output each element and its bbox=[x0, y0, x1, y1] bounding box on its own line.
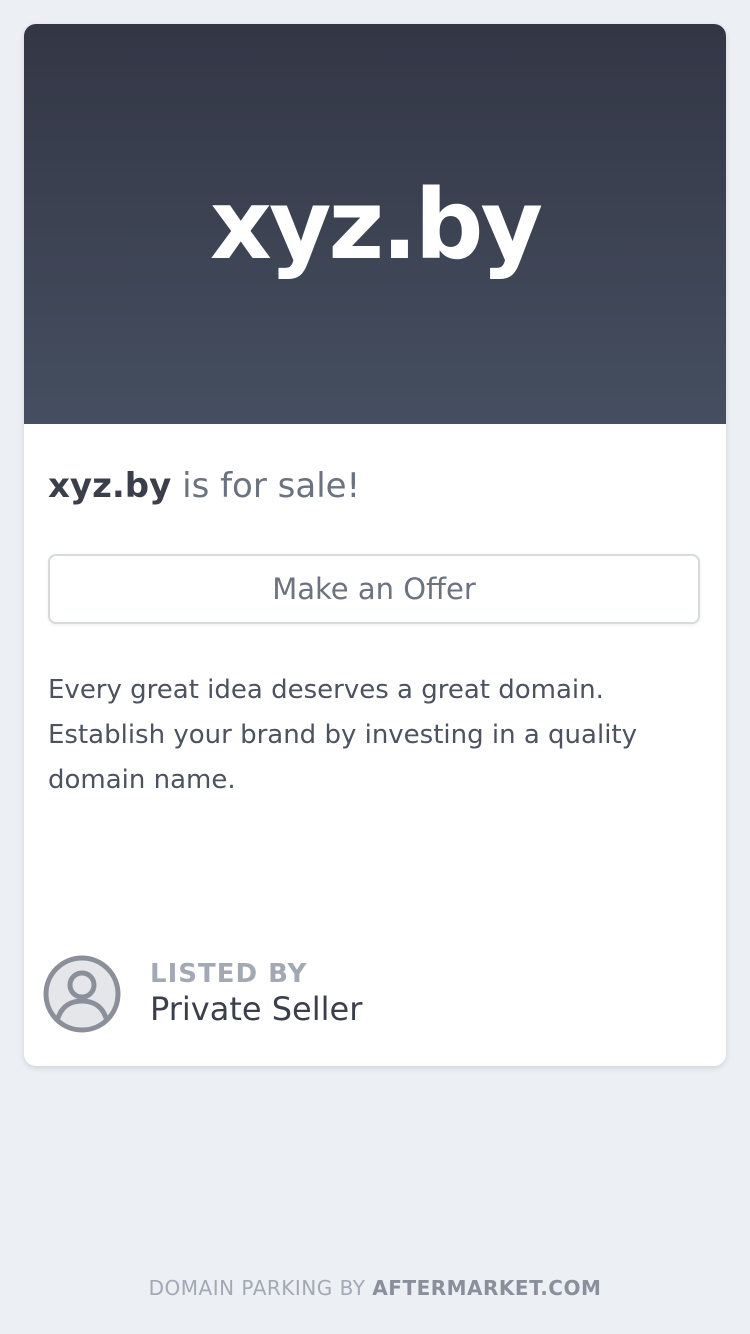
listing-card: xyz.by xyz.by is for sale! Make an Offer… bbox=[24, 24, 726, 1066]
user-circle-icon bbox=[43, 955, 121, 1033]
seller-name: Private Seller bbox=[150, 990, 363, 1028]
hero-domain-title: xyz.by bbox=[209, 169, 543, 281]
sale-headline: xyz.by is for sale! bbox=[48, 466, 360, 506]
listed-by-label: LISTED BY bbox=[150, 959, 308, 989]
headline-suffix: is for sale! bbox=[171, 466, 361, 506]
description-text: Every great idea deserves a great domain… bbox=[48, 675, 637, 795]
footer-brand-link[interactable]: AFTERMARKET.COM bbox=[372, 1276, 601, 1300]
hero-banner: xyz.by bbox=[24, 24, 726, 424]
headline-domain: xyz.by bbox=[48, 466, 172, 506]
footer-prefix: DOMAIN PARKING BY bbox=[148, 1276, 373, 1300]
footer: DOMAIN PARKING BY AFTERMARKET.COM bbox=[0, 1276, 750, 1300]
make-offer-button[interactable]: Make an Offer bbox=[48, 554, 700, 624]
seller-info: LISTED BY Private Seller bbox=[42, 954, 362, 1034]
